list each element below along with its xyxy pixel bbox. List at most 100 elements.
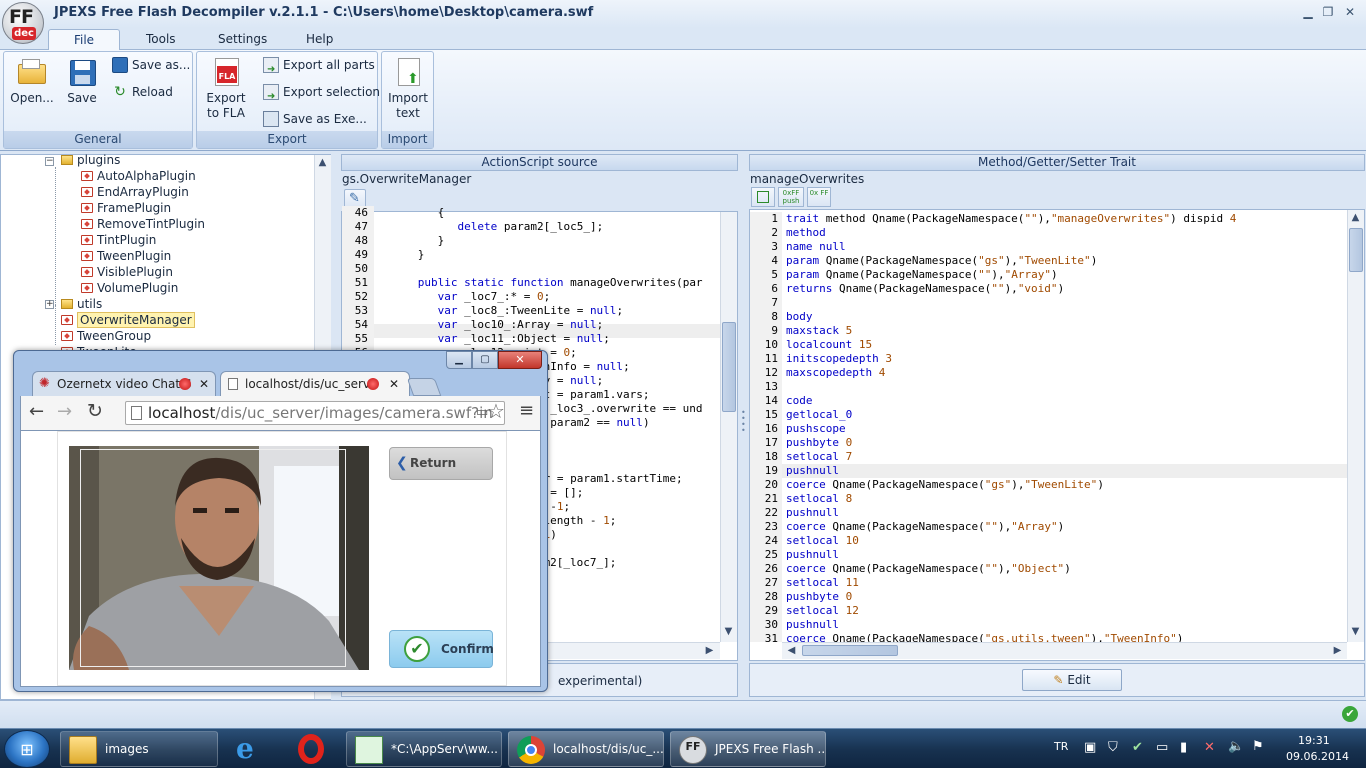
network-warning-icon[interactable]: ✕	[1204, 740, 1215, 755]
scroll-down-icon[interactable]: ▼	[1348, 624, 1363, 639]
as-vscroll-thumb[interactable]	[722, 322, 736, 412]
tree-item-tweengroup[interactable]: TweenGroup	[61, 328, 151, 344]
back-icon[interactable]: ←	[29, 401, 44, 422]
crop-frame[interactable]	[80, 449, 346, 667]
as-vscrollbar[interactable]: ▼	[720, 212, 737, 642]
menu-tabs: File Tools Settings Help	[0, 28, 1366, 51]
tab-settings[interactable]: Settings	[208, 29, 277, 50]
menu-icon[interactable]: ≡	[519, 400, 534, 421]
ffdec-logo-icon[interactable]: FF dec	[2, 2, 44, 44]
plugins-collapse-icon[interactable]: −	[45, 157, 54, 166]
taskbar-item-chrome[interactable]: localhost/dis/uc_...	[508, 731, 664, 767]
experimental-label[interactable]: experimental)	[558, 674, 642, 688]
close-icon[interactable]: ✕	[498, 351, 542, 369]
scroll-right-icon[interactable]: ▶	[1330, 643, 1345, 658]
pcode-editor[interactable]: 1 2 3 4 5 6 7 8 9 10 11 12 13 14 15 16 17 18 19 20 21 22 23 24 2…	[749, 209, 1365, 661]
import-text-button[interactable]: ⬆ Import text	[385, 56, 431, 121]
reload-icon[interactable]: ↻	[87, 400, 103, 422]
chevron-left-icon: ❮	[396, 455, 408, 471]
minimize-icon[interactable]: ▁	[446, 351, 472, 369]
scroll-left-icon[interactable]: ◀	[784, 643, 799, 658]
tree-item-label: TweenPlugin	[97, 249, 172, 263]
action-center-flag-icon[interactable]: ⚑	[1252, 739, 1264, 754]
pcode-hscrollbar[interactable]: ◀ ▶	[782, 642, 1347, 659]
forward-icon[interactable]: →	[57, 401, 72, 422]
tree-item[interactable]: VisiblePlugin	[81, 264, 173, 280]
bookmark-star-icon[interactable]: ☆	[487, 399, 505, 423]
tab-tools[interactable]: Tools	[136, 29, 186, 50]
pcode-vscroll-thumb[interactable]	[1349, 228, 1363, 272]
tab-close-icon[interactable]: ✕	[199, 372, 209, 396]
save-as-button[interactable]: Save as...	[112, 55, 190, 75]
restore-icon[interactable]: ❐	[1320, 4, 1336, 20]
maximize-icon[interactable]: ▢	[472, 351, 498, 369]
import-text-label-2: text	[396, 106, 420, 120]
reload-label: Reload	[132, 85, 173, 99]
device-tray-icon[interactable]: ▭	[1156, 740, 1168, 755]
scroll-up-icon[interactable]: ▲	[315, 155, 330, 170]
taskbar-item-images[interactable]: images	[60, 731, 218, 767]
antivirus-tray-icon[interactable]: ▣	[1084, 740, 1096, 755]
chat-favicon-icon: ✺	[39, 376, 50, 391]
volume-icon[interactable]: 🔈	[1228, 739, 1244, 754]
tree-item[interactable]: EndArrayPlugin	[81, 184, 189, 200]
pcode-hscroll-thumb[interactable]	[802, 645, 898, 656]
code-line: param Qname(PackageNamespace("gs"),"Twee…	[786, 254, 1098, 267]
clock-time[interactable]: 19:31	[1298, 734, 1330, 747]
hex-view-button[interactable]: 0x FF	[807, 187, 831, 207]
address-bar[interactable]: localhost/dis/uc_server/images/camera.sw…	[125, 401, 505, 425]
new-tab-button[interactable]	[406, 378, 442, 396]
tree-item[interactable]: TintPlugin	[81, 232, 156, 248]
pcode-text[interactable]: trait method Qname(PackageNamespace(""),…	[786, 212, 1346, 642]
open-button[interactable]: Open...	[10, 56, 54, 106]
minimize-icon[interactable]: ▁	[1300, 4, 1316, 20]
taskbar-opera[interactable]	[292, 732, 332, 766]
reload-button[interactable]: ↻ Reload	[112, 82, 173, 102]
clock-date[interactable]: 09.06.2014	[1286, 750, 1349, 763]
browser-tab-ozernetx[interactable]: ✺ Ozernetx video Chat S ✕	[32, 371, 216, 396]
tree-item-plugins[interactable]: plugins	[61, 152, 120, 168]
trait-bottom-bar: ✎ Edit	[749, 663, 1365, 697]
tab-file[interactable]: File	[48, 29, 120, 51]
tree-item[interactable]: RemoveTintPlugin	[81, 216, 205, 232]
splitter-handle[interactable]: • • • •	[741, 409, 746, 440]
taskbar-item-jpexs[interactable]: FF JPEXS Free Flash ...	[670, 731, 826, 767]
export-all-parts-button[interactable]: ➜ Export all parts	[263, 55, 375, 75]
network-signal-icon[interactable]: ▮	[1180, 740, 1187, 755]
export-fla-button[interactable]: FLA Export to FLA	[203, 56, 249, 121]
tree-item[interactable]: FramePlugin	[81, 200, 171, 216]
confirm-button[interactable]: ✔ Confirm	[389, 630, 494, 668]
shield-tray-icon[interactable]: ⛉	[1108, 740, 1118, 755]
return-button[interactable]: ❮ Return	[389, 447, 493, 480]
status-ok-icon: ✔	[1342, 706, 1358, 722]
save-as-exe-button[interactable]: Save as Exe...	[263, 109, 367, 129]
scroll-right-icon[interactable]: ▶	[702, 643, 717, 658]
start-button[interactable]: ⊞	[4, 730, 50, 768]
save-button[interactable]: Save	[62, 56, 102, 106]
tree-item-utils[interactable]: utils	[61, 296, 102, 312]
tree-item-overwritemanager[interactable]: OverwriteManager	[61, 312, 195, 328]
tab-close-icon[interactable]: ✕	[389, 372, 399, 396]
line-number: 13	[764, 380, 778, 393]
pcode-vscrollbar[interactable]: ▲ ▼	[1347, 210, 1364, 642]
reload-icon: ↻	[114, 84, 126, 100]
graph-button[interactable]	[751, 187, 775, 207]
close-icon[interactable]: ✕	[1342, 4, 1358, 20]
scroll-up-icon[interactable]: ▲	[1348, 210, 1363, 225]
tab-help[interactable]: Help	[296, 29, 343, 50]
tree-item[interactable]: AutoAlphaPlugin	[81, 168, 196, 184]
webcam-preview[interactable]	[69, 446, 369, 670]
line-number: 17	[764, 436, 778, 449]
language-indicator[interactable]: TR	[1054, 740, 1068, 753]
tree-item[interactable]: TweenPlugin	[81, 248, 171, 264]
browser-tab-localhost[interactable]: localhost/dis/uc_serve ✕	[220, 371, 410, 396]
export-selection-button[interactable]: ➜ Export selection	[263, 82, 380, 102]
security-tray-icon[interactable]: ✔	[1132, 740, 1143, 755]
edit-button[interactable]: ✎ Edit	[1022, 669, 1122, 691]
scroll-down-icon[interactable]: ▼	[721, 624, 736, 639]
utils-expand-icon[interactable]: +	[45, 300, 54, 309]
tree-item[interactable]: VolumePlugin	[81, 280, 178, 296]
hex-push-button[interactable]: 0xFF push	[778, 187, 804, 207]
taskbar-item-editor[interactable]: *C:\AppServ\ww...	[346, 731, 502, 767]
taskbar-ie[interactable]: e	[230, 732, 270, 766]
